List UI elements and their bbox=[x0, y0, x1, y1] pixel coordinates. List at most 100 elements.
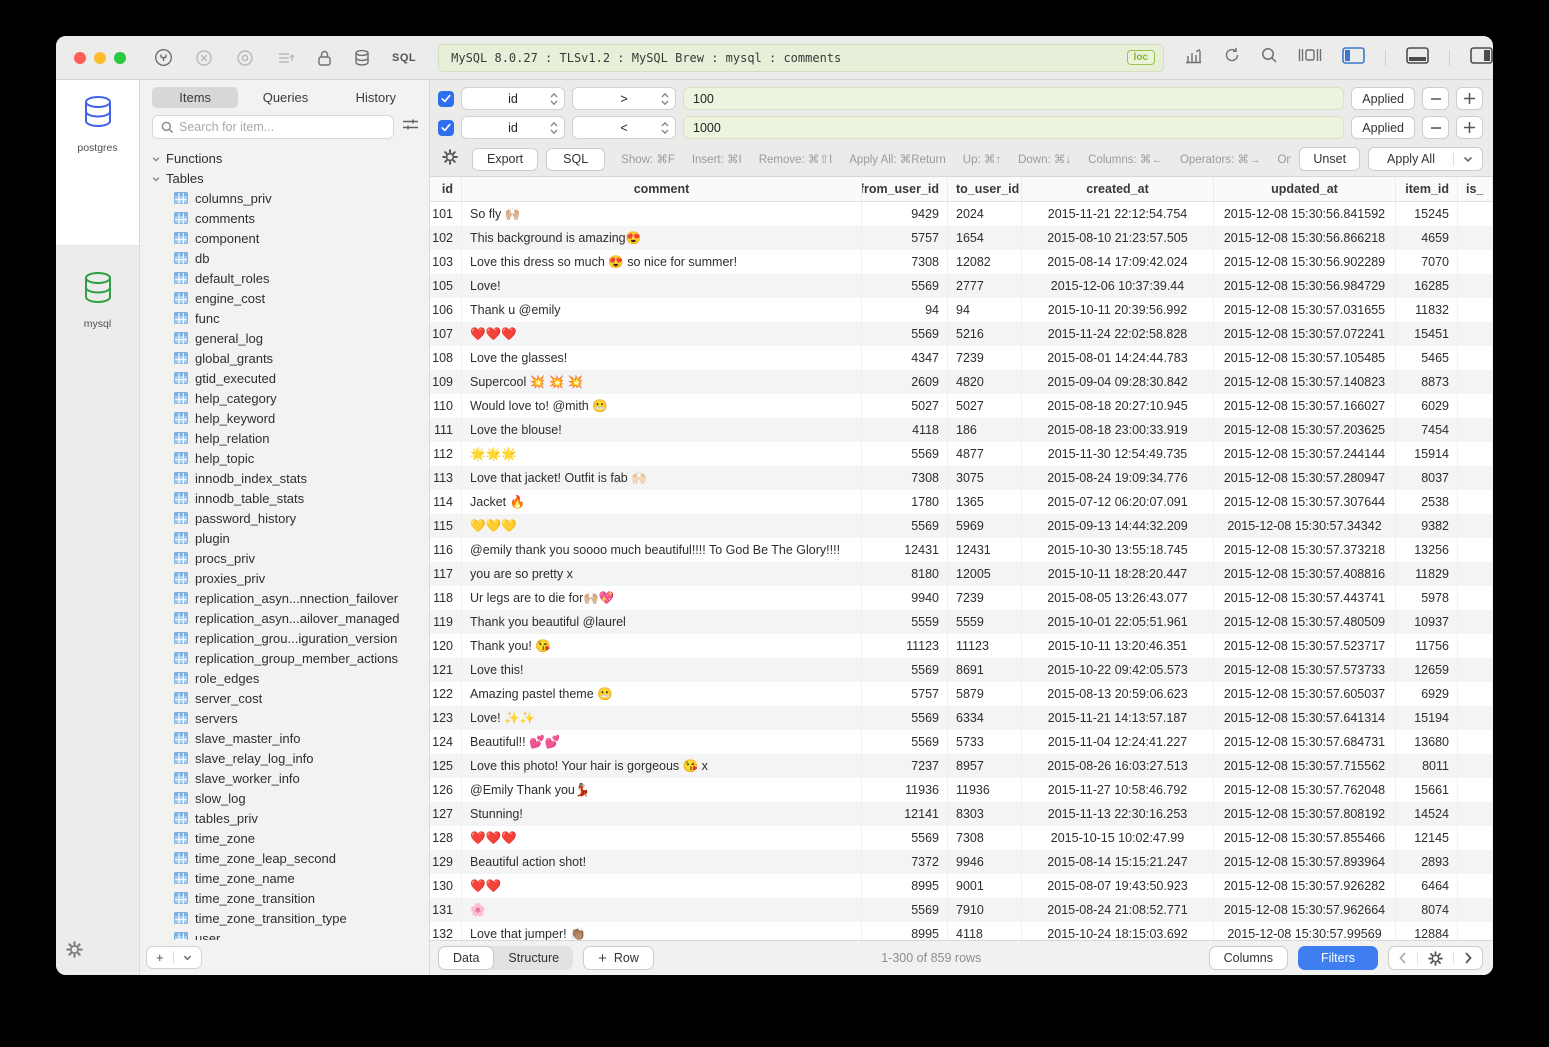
tab-data[interactable]: Data bbox=[438, 946, 494, 970]
table-row[interactable]: 102This background is amazing😍5757165420… bbox=[430, 226, 1493, 250]
cell-created_at[interactable]: 2015-08-05 13:26:43.077 bbox=[1022, 586, 1214, 610]
cell-updated_at[interactable]: 2015-12-08 15:30:57.031655 bbox=[1214, 298, 1396, 322]
filter-column-select[interactable]: id bbox=[461, 87, 565, 110]
add-row-button[interactable]: + Row bbox=[583, 946, 654, 970]
cell-id[interactable]: 129 bbox=[430, 850, 462, 874]
cell-is_[interactable] bbox=[1458, 514, 1493, 538]
sidebar-table-time_zone_leap_second[interactable]: time_zone_leap_second bbox=[152, 848, 429, 868]
cell-is_[interactable] bbox=[1458, 418, 1493, 442]
cell-item_id[interactable]: 15245 bbox=[1396, 202, 1458, 226]
settings-gear-icon[interactable] bbox=[66, 941, 139, 963]
cell-created_at[interactable]: 2015-10-01 22:05:51.961 bbox=[1022, 610, 1214, 634]
lock-icon[interactable] bbox=[317, 49, 332, 67]
table-row[interactable]: 113Love that jacket! Outfit is fab 🙌🏻730… bbox=[430, 466, 1493, 490]
disconnect-icon[interactable] bbox=[195, 49, 213, 67]
cell-created_at[interactable]: 2015-08-07 19:43:50.923 bbox=[1022, 874, 1214, 898]
connection-postgres[interactable]: postgres bbox=[56, 80, 139, 154]
cell-item_id[interactable]: 6464 bbox=[1396, 874, 1458, 898]
column-header-to_user_id[interactable]: to_user_id bbox=[948, 177, 1022, 201]
sidebar-table-user[interactable]: user bbox=[152, 928, 429, 940]
cell-to_user_id[interactable]: 8691 bbox=[948, 658, 1022, 682]
cell-from_user_id[interactable]: 2609 bbox=[862, 370, 948, 394]
cell-comment[interactable]: Love! bbox=[462, 274, 862, 298]
sidebar-table-role_edges[interactable]: role_edges bbox=[152, 668, 429, 688]
search-icon[interactable] bbox=[1261, 47, 1278, 69]
cell-created_at[interactable]: 2015-11-30 12:54:49.735 bbox=[1022, 442, 1214, 466]
cell-is_[interactable] bbox=[1458, 562, 1493, 586]
filter-column-select[interactable]: id bbox=[461, 116, 565, 139]
cell-comment[interactable]: Beautiful action shot! bbox=[462, 850, 862, 874]
columns-button[interactable]: Columns bbox=[1209, 946, 1288, 970]
table-row[interactable]: 129Beautiful action shot!737299462015-08… bbox=[430, 850, 1493, 874]
cell-created_at[interactable]: 2015-11-24 22:02:58.828 bbox=[1022, 322, 1214, 346]
cell-comment[interactable]: Supercool 💥 💥 💥 bbox=[462, 370, 862, 394]
cell-created_at[interactable]: 2015-08-10 21:23:57.505 bbox=[1022, 226, 1214, 250]
cell-item_id[interactable]: 15194 bbox=[1396, 706, 1458, 730]
connection-status-field[interactable]: MySQL 8.0.27 : TLSv1.2 : MySQL Brew : my… bbox=[438, 44, 1164, 72]
cell-to_user_id[interactable]: 5559 bbox=[948, 610, 1022, 634]
cell-updated_at[interactable]: 2015-12-08 15:30:57.715562 bbox=[1214, 754, 1396, 778]
cell-to_user_id[interactable]: 12005 bbox=[948, 562, 1022, 586]
group-functions[interactable]: Functions bbox=[152, 148, 429, 168]
connection-icon[interactable] bbox=[154, 48, 173, 67]
cell-is_[interactable] bbox=[1458, 490, 1493, 514]
export-button[interactable]: Export bbox=[472, 148, 538, 171]
cell-item_id[interactable]: 16285 bbox=[1396, 274, 1458, 298]
cell-from_user_id[interactable]: 7372 bbox=[862, 850, 948, 874]
sidebar-table-time_zone_name[interactable]: time_zone_name bbox=[152, 868, 429, 888]
cell-to_user_id[interactable]: 8957 bbox=[948, 754, 1022, 778]
prev-page-button[interactable] bbox=[1389, 952, 1417, 964]
cell-from_user_id[interactable]: 9429 bbox=[862, 202, 948, 226]
sidebar-table-help_relation[interactable]: help_relation bbox=[152, 428, 429, 448]
cell-to_user_id[interactable]: 3075 bbox=[948, 466, 1022, 490]
table-row[interactable]: 117you are so pretty x8180120052015-10-1… bbox=[430, 562, 1493, 586]
cell-to_user_id[interactable]: 4820 bbox=[948, 370, 1022, 394]
cell-updated_at[interactable]: 2015-12-08 15:30:57.307644 bbox=[1214, 490, 1396, 514]
cell-from_user_id[interactable]: 5569 bbox=[862, 442, 948, 466]
sidebar-table-replication_asyn...ailover_managed[interactable]: replication_asyn...ailover_managed bbox=[152, 608, 429, 628]
cell-comment[interactable]: @Emily Thank you💃🏽 bbox=[462, 778, 862, 802]
filter-value-input[interactable] bbox=[683, 116, 1344, 139]
sidebar-table-help_topic[interactable]: help_topic bbox=[152, 448, 429, 468]
sidebar-table-columns_priv[interactable]: columns_priv bbox=[152, 188, 429, 208]
cell-id[interactable]: 121 bbox=[430, 658, 462, 682]
search-input[interactable] bbox=[179, 120, 385, 134]
cell-is_[interactable] bbox=[1458, 754, 1493, 778]
cell-to_user_id[interactable]: 5969 bbox=[948, 514, 1022, 538]
cell-id[interactable]: 103 bbox=[430, 250, 462, 274]
close-window-button[interactable] bbox=[74, 52, 86, 64]
cell-updated_at[interactable]: 2015-12-08 15:30:57.641314 bbox=[1214, 706, 1396, 730]
sidebar-table-replication_grou...iguration_version[interactable]: replication_grou...iguration_version bbox=[152, 628, 429, 648]
cell-id[interactable]: 108 bbox=[430, 346, 462, 370]
filter-enabled-checkbox[interactable] bbox=[438, 120, 454, 136]
cell-to_user_id[interactable]: 7910 bbox=[948, 898, 1022, 922]
cell-to_user_id[interactable]: 2777 bbox=[948, 274, 1022, 298]
cell-from_user_id[interactable]: 11123 bbox=[862, 634, 948, 658]
cell-created_at[interactable]: 2015-08-14 15:15:21.247 bbox=[1022, 850, 1214, 874]
cell-to_user_id[interactable]: 7308 bbox=[948, 826, 1022, 850]
cell-is_[interactable] bbox=[1458, 274, 1493, 298]
cell-to_user_id[interactable]: 2024 bbox=[948, 202, 1022, 226]
cell-comment[interactable]: ❤️❤️❤️ bbox=[462, 322, 862, 346]
cell-item_id[interactable]: 13256 bbox=[1396, 538, 1458, 562]
cell-id[interactable]: 125 bbox=[430, 754, 462, 778]
cell-to_user_id[interactable]: 4118 bbox=[948, 922, 1022, 940]
column-header-comment[interactable]: comment bbox=[462, 177, 862, 201]
column-header-item_id[interactable]: item_id bbox=[1396, 177, 1458, 201]
cell-created_at[interactable]: 2015-08-18 23:00:33.919 bbox=[1022, 418, 1214, 442]
sidebar-table-global_grants[interactable]: global_grants bbox=[152, 348, 429, 368]
sql-button[interactable]: SQL bbox=[546, 148, 605, 171]
cell-item_id[interactable]: 11832 bbox=[1396, 298, 1458, 322]
cell-updated_at[interactable]: 2015-12-08 15:30:57.166027 bbox=[1214, 394, 1396, 418]
cell-to_user_id[interactable]: 11936 bbox=[948, 778, 1022, 802]
cell-id[interactable]: 107 bbox=[430, 322, 462, 346]
minimize-window-button[interactable] bbox=[94, 52, 106, 64]
cell-from_user_id[interactable]: 7237 bbox=[862, 754, 948, 778]
cell-comment[interactable]: Would love to! @mith 😬 bbox=[462, 394, 862, 418]
cell-id[interactable]: 106 bbox=[430, 298, 462, 322]
cell-is_[interactable] bbox=[1458, 826, 1493, 850]
tab-items[interactable]: Items bbox=[152, 87, 238, 108]
cell-updated_at[interactable]: 2015-12-08 15:30:57.762048 bbox=[1214, 778, 1396, 802]
filter-value-input[interactable] bbox=[683, 87, 1344, 110]
filter-operator-select[interactable]: < bbox=[572, 116, 676, 139]
